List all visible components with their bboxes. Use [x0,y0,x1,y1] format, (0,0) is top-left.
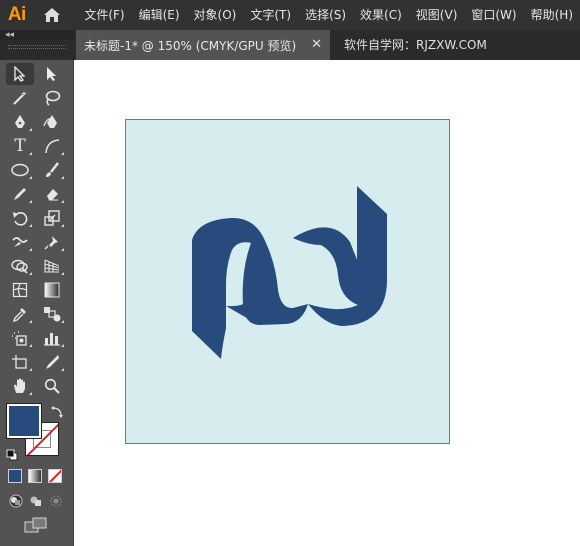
none-mode-button[interactable] [48,469,62,483]
app-logo: Ai [7,4,26,25]
eyedropper-tool-icon[interactable] [6,303,34,325]
document-tab-title: 未标题-1* @ 150% (CMYK/GPU 预览) [84,38,297,53]
screen-mode-icon[interactable] [24,516,48,534]
menu-help[interactable]: 帮助(H) [524,0,580,30]
tools-panel-header: ◂◂ [0,30,74,40]
document-tab[interactable]: 未标题-1* @ 150% (CMYK/GPU 预览) ✕ [76,30,330,60]
psd-logo-artwork[interactable] [126,120,451,445]
rotate-tool-icon[interactable] [6,207,34,229]
draw-inside-icon[interactable] [48,493,64,507]
shape-builder-tool-icon[interactable] [6,255,34,277]
scale-tool-icon[interactable] [38,207,66,229]
paintbrush-tool-icon[interactable] [38,159,66,181]
warp-tool-icon[interactable] [6,231,34,253]
panel-grip-handle[interactable] [8,45,66,49]
curvature-tool-icon[interactable] [38,111,66,133]
menu-bar: Ai 文件(F) 编辑(E) 对象(O) 文字(T) 选择(S) 效果(C) 视… [0,0,580,30]
collapse-icon[interactable]: ◂◂ [5,30,14,40]
zoom-tool-icon[interactable] [38,375,66,397]
artboard-tool-icon[interactable] [6,351,34,373]
blend-tool-icon[interactable] [38,303,66,325]
perspective-grid-tool-icon[interactable] [38,255,66,277]
canvas-area[interactable] [75,60,580,546]
gradient-mode-button[interactable] [28,469,42,483]
menu-window[interactable]: 窗口(W) [464,0,523,30]
color-mode-button[interactable] [8,469,22,483]
menu-effect[interactable]: 效果(C) [353,0,409,30]
column-graph-tool-icon[interactable] [38,327,66,349]
close-icon[interactable]: ✕ [311,30,322,60]
type-tool-glyph: T [14,136,26,156]
menu-type[interactable]: 文字(T) [243,0,298,30]
menu-object[interactable]: 对象(O) [187,0,244,30]
site-watermark-text: 软件自学网：RJZXW.COM [344,38,487,52]
main-menu: 文件(F) 编辑(E) 对象(O) 文字(T) 选择(S) 效果(C) 视图(V… [77,0,580,30]
pencil-tool-icon[interactable] [6,183,34,205]
puppet-warp-tool-icon[interactable] [38,231,66,253]
fill-color-swatch[interactable] [6,403,42,439]
selection-tool-icon[interactable] [6,63,34,85]
default-fill-stroke-icon[interactable] [6,446,18,461]
menu-select[interactable]: 选择(S) [298,0,353,30]
menu-file[interactable]: 文件(F) [77,0,131,30]
gradient-tool-icon[interactable] [38,279,66,301]
tools-panel: T [0,60,74,546]
hand-tool-icon[interactable] [6,375,34,397]
lasso-tool-icon[interactable] [38,87,66,109]
slice-tool-icon[interactable] [38,351,66,373]
symbol-sprayer-tool-icon[interactable] [6,327,34,349]
menu-view[interactable]: 视图(V) [409,0,465,30]
ellipse-tool-icon[interactable] [6,159,34,181]
swap-fill-stroke-icon[interactable] [50,404,64,418]
document-tab-bar: ◂◂ 未标题-1* @ 150% (CMYK/GPU 预览) ✕ 软件自学网：R… [0,30,580,60]
artboard[interactable] [125,119,450,444]
type-tool-icon[interactable]: T [6,135,34,157]
draw-behind-icon[interactable] [28,493,44,507]
eraser-tool-icon[interactable] [38,183,66,205]
direct-selection-tool-icon[interactable] [38,63,66,85]
menu-edit[interactable]: 编辑(E) [132,0,187,30]
line-segment-tool-icon[interactable] [38,135,66,157]
pen-tool-icon[interactable] [6,111,34,133]
mesh-tool-icon[interactable] [6,279,34,301]
draw-normal-icon[interactable] [8,493,24,508]
magic-wand-tool-icon[interactable] [6,87,34,109]
home-icon[interactable] [34,0,72,30]
